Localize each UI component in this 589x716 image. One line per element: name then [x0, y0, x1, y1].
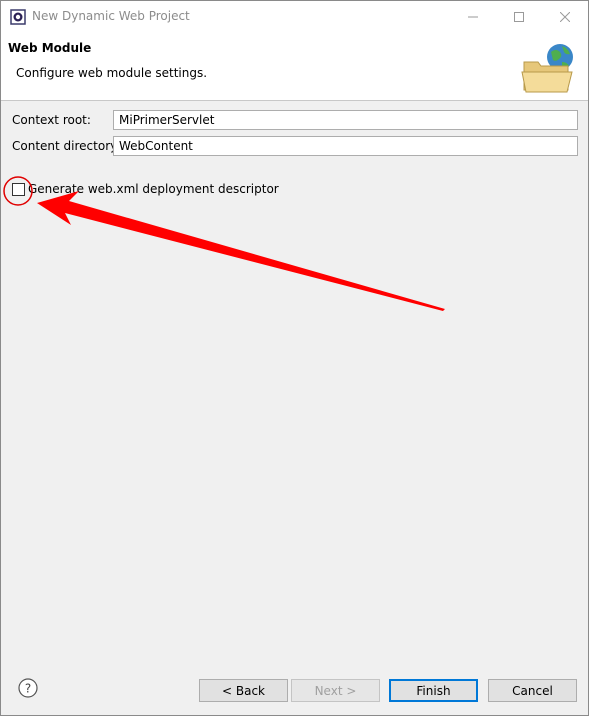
- generate-web-xml-checkbox[interactable]: [12, 183, 25, 196]
- minimize-button[interactable]: [450, 1, 496, 32]
- page-description: Configure web module settings.: [16, 66, 208, 80]
- eclipse-app-icon: [10, 9, 26, 25]
- content-directory-label: Content directory:: [12, 139, 121, 153]
- wizard-window: New Dynamic Web Project Web Module Confi…: [0, 0, 589, 716]
- content-directory-input[interactable]: [113, 136, 578, 156]
- context-root-label: Context root:: [12, 113, 91, 127]
- maximize-icon: [514, 11, 524, 22]
- svg-text:?: ?: [25, 682, 31, 696]
- minimize-icon: [468, 16, 478, 17]
- web-folder-globe-icon: [521, 44, 573, 93]
- context-root-input[interactable]: [113, 110, 578, 130]
- close-icon: [560, 11, 570, 22]
- page-title: Web Module: [8, 41, 92, 55]
- title-bar: New Dynamic Web Project: [1, 1, 588, 32]
- next-button[interactable]: Next >: [291, 679, 380, 702]
- generate-web-xml-label[interactable]: Generate web.xml deployment descriptor: [28, 182, 279, 196]
- finish-button[interactable]: Finish: [389, 679, 478, 702]
- window-title: New Dynamic Web Project: [32, 9, 190, 23]
- maximize-button[interactable]: [496, 1, 542, 32]
- back-button[interactable]: < Back: [199, 679, 288, 702]
- wizard-banner: Web Module Configure web module settings…: [1, 32, 588, 101]
- cancel-button[interactable]: Cancel: [488, 679, 577, 702]
- question-mark-icon[interactable]: ?: [18, 678, 38, 698]
- annotation-arrow: [37, 191, 445, 311]
- close-button[interactable]: [542, 1, 588, 32]
